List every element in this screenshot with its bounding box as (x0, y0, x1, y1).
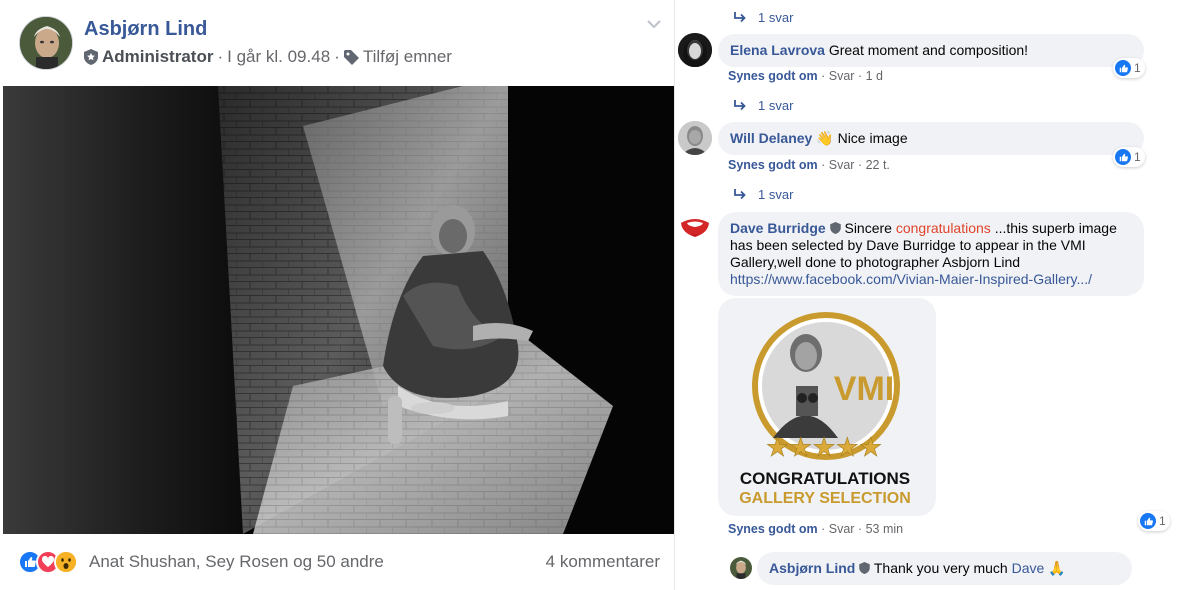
avatar[interactable] (678, 33, 712, 67)
post-author-role[interactable]: Administrator (102, 47, 213, 67)
vmi-badge-text: VMI (834, 370, 894, 408)
rolling-stones-tongue-icon (678, 211, 712, 245)
comment-bubble: Elena Lavrova Great moment and compositi… (718, 34, 1144, 67)
reply-arrow-icon (734, 99, 746, 110)
like-icon (1140, 513, 1156, 529)
rating-stars: ★★★★★ (766, 433, 883, 463)
post-header: Asbjørn Lind Administrator · I går kl. 0… (0, 0, 675, 86)
post: Asbjørn Lind Administrator · I går kl. 0… (0, 0, 675, 590)
gallery-selection-text: GALLERY SELECTION (739, 490, 911, 507)
comment-text: Nice image (837, 130, 908, 146)
vmi-badge-image: VMI ★★★★★ CONGRATULATIONS GALLERY SELECT… (718, 298, 936, 516)
comment-author[interactable]: Elena Lavrova (730, 42, 825, 58)
comment-count[interactable]: 4 kommentarer (546, 552, 660, 572)
view-replies-link[interactable]: 1 svar (734, 187, 793, 202)
elena-avatar-image (678, 33, 712, 67)
reactors-summary[interactable]: Anat Shushan, Sey Rosen og 50 andre (89, 552, 384, 572)
like-comment-button[interactable]: Synes godt om (728, 158, 818, 172)
street-photo-image (3, 86, 674, 534)
avatar[interactable] (730, 557, 752, 579)
author-avatar-image (20, 17, 72, 69)
meta-separator: · (334, 47, 340, 66)
comment-text: Sincere (844, 220, 892, 236)
author-reply-avatar-image (730, 557, 752, 579)
like-icon (1115, 149, 1131, 165)
shield-icon (859, 562, 870, 574)
comment-actions: Synes godt om · Svar · 53 min (728, 522, 903, 536)
like-count-value: 1 (1134, 61, 1141, 75)
congratulations-text: CONGRATULATIONS (740, 469, 910, 488)
comment-text: Great moment and composition! (828, 42, 1029, 58)
comment-like-count[interactable]: 1 (1138, 511, 1170, 531)
comment-time[interactable]: 22 t. (866, 158, 890, 172)
view-replies-link[interactable]: 1 svar (734, 98, 793, 113)
tag-icon (343, 49, 359, 65)
post-meta: Administrator · I går kl. 09.48 · Tilføj… (84, 47, 452, 67)
wow-icon (54, 550, 78, 574)
avatar[interactable] (678, 121, 712, 155)
comment-author[interactable]: Will Delaney (730, 130, 812, 146)
reply-button[interactable]: Svar (829, 158, 855, 172)
dot: · (857, 69, 863, 83)
comment-bubble: Dave Burridge Sincere congratulations ..… (718, 212, 1144, 296)
comment-like-count[interactable]: 1 (1113, 147, 1145, 167)
highlighted-word: congratulations (895, 220, 991, 236)
shield-icon (829, 222, 841, 234)
post-photo[interactable] (3, 86, 674, 534)
comment-actions: Synes godt om · Svar · 1 d (728, 69, 883, 83)
post-author-name[interactable]: Asbjørn Lind (84, 18, 207, 41)
shield-icon (84, 49, 98, 65)
like-count-value: 1 (1134, 150, 1141, 164)
mention-link[interactable]: Dave (1012, 560, 1045, 576)
reply-arrow-icon (734, 188, 746, 199)
like-comment-button[interactable]: Synes godt om (728, 69, 818, 83)
add-topics-link[interactable]: Tilføj emner (363, 47, 452, 67)
comment-author[interactable]: Dave Burridge (730, 220, 826, 236)
reply-button[interactable]: Svar (829, 69, 855, 83)
post-timestamp[interactable]: I går kl. 09.48 (227, 47, 330, 67)
comment-text: Thank you very much (873, 560, 1008, 576)
wave-emoji: 👋 (816, 130, 834, 146)
like-count-value: 1 (1159, 514, 1166, 528)
dot: · (857, 522, 863, 536)
reaction-icons[interactable] (18, 550, 78, 574)
view-replies-link[interactable]: 1 svar (734, 10, 793, 25)
comments-panel: 1 svar Elena Lavrova Great moment and co… (676, 0, 1181, 590)
will-avatar-image (678, 121, 712, 155)
reply-count: 1 svar (758, 10, 794, 25)
dot: · (857, 158, 863, 172)
comment-time[interactable]: 53 min (866, 522, 904, 536)
like-comment-button[interactable]: Synes godt om (728, 522, 818, 536)
dot: · (821, 69, 826, 83)
reply-count: 1 svar (758, 98, 794, 113)
comment-time[interactable]: 1 d (866, 69, 883, 83)
dot: · (821, 522, 826, 536)
post-footer: Anat Shushan, Sey Rosen og 50 andre 4 ko… (0, 534, 675, 590)
reply-count: 1 svar (758, 187, 794, 202)
chevron-down-icon[interactable] (644, 14, 664, 34)
dot: · (821, 158, 826, 172)
reply-arrow-icon (734, 11, 746, 22)
comment-bubble: Asbjørn Lind Thank you very much Dave 🙏 (757, 552, 1132, 585)
meta-separator: · (217, 47, 224, 66)
comment-author[interactable]: Asbjørn Lind (769, 560, 855, 576)
author-avatar[interactable] (19, 16, 73, 70)
avatar[interactable] (678, 211, 712, 245)
comment-like-count[interactable]: 1 (1113, 58, 1145, 78)
reply-button[interactable]: Svar (829, 522, 855, 536)
like-icon (1115, 60, 1131, 76)
pray-emoji: 🙏 (1048, 560, 1066, 576)
gallery-selection-image[interactable]: VMI ★★★★★ CONGRATULATIONS GALLERY SELECT… (718, 298, 936, 516)
comment-actions: Synes godt om · Svar · 22 t. (728, 158, 890, 172)
comment-bubble: Will Delaney 👋 Nice image (718, 122, 1144, 155)
gallery-link[interactable]: https://www.facebook.com/Vivian-Maier-In… (730, 271, 1092, 287)
